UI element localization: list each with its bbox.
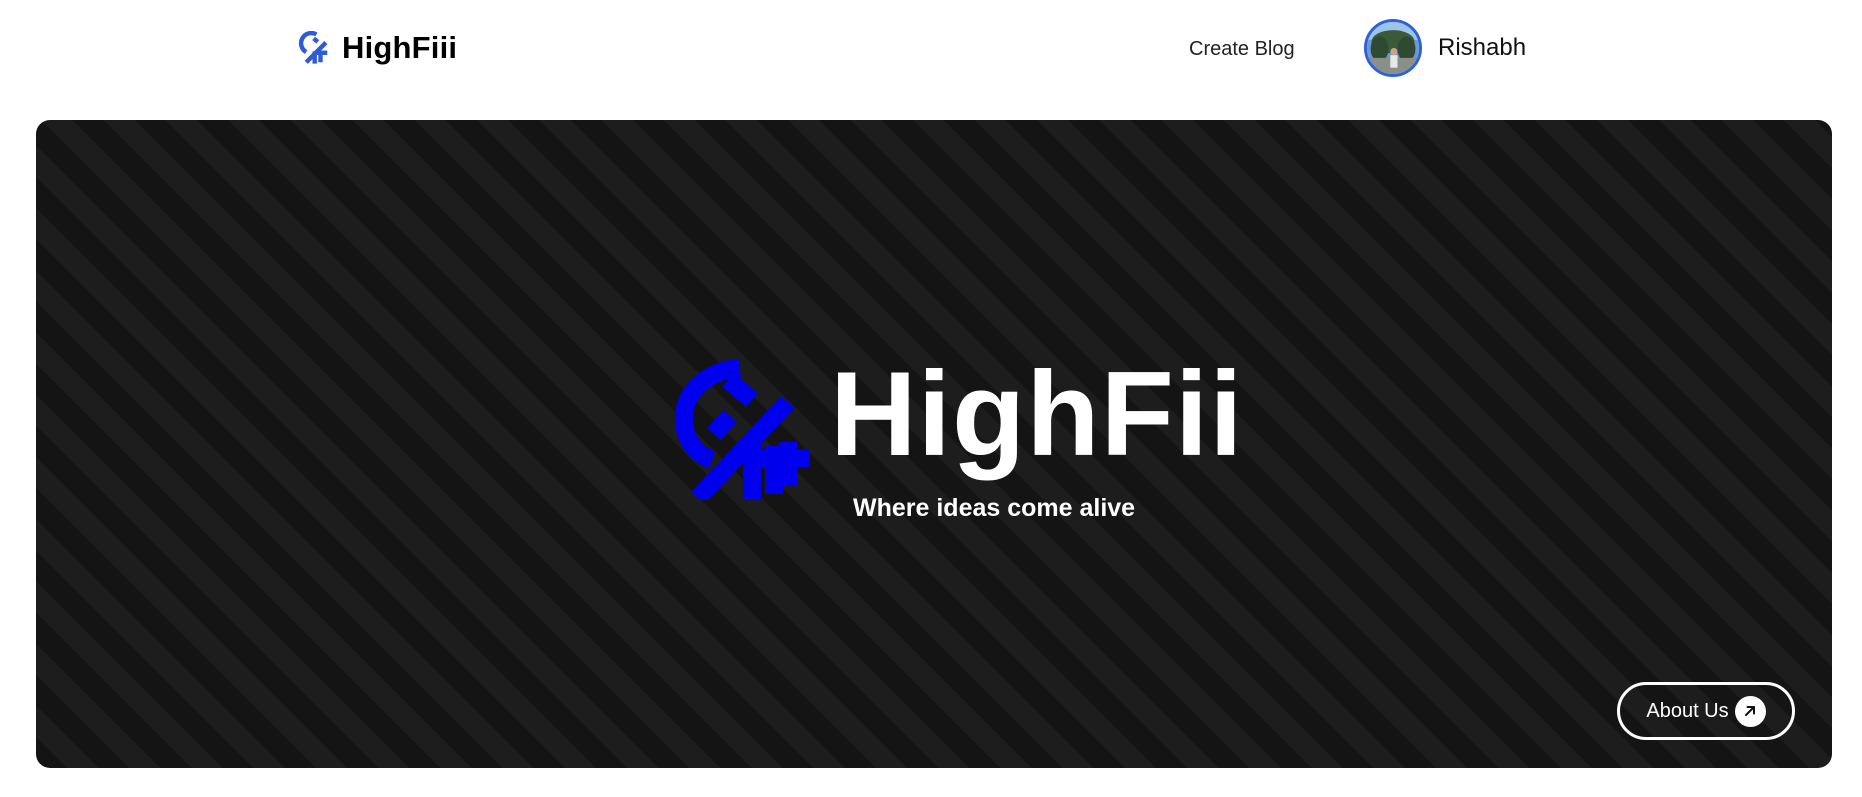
- hero-tagline: Where ideas come alive: [853, 494, 1136, 522]
- user-name: Rishabh: [1438, 34, 1527, 61]
- navbar: HighFiii Create Blog Rishabh: [0, 0, 1862, 100]
- user-avatar: [1364, 19, 1422, 77]
- user-menu[interactable]: Rishabh: [1364, 19, 1526, 77]
- hero-banner: HighFii Where ideas come alive About Us: [36, 120, 1832, 768]
- hero-logo: [670, 356, 810, 500]
- highfii-logo-icon: [298, 31, 328, 64]
- about-us-label: About Us: [1646, 699, 1729, 722]
- create-blog-link[interactable]: Create Blog: [1189, 38, 1295, 61]
- brand-name: HighFiii: [342, 30, 458, 65]
- arrow-up-right-icon: [1734, 695, 1766, 727]
- highfii-logo-icon: [674, 359, 810, 500]
- brand-link[interactable]: HighFiii: [296, 30, 457, 66]
- about-us-button[interactable]: About Us: [1617, 682, 1795, 740]
- hero-title: HighFii: [830, 347, 1244, 481]
